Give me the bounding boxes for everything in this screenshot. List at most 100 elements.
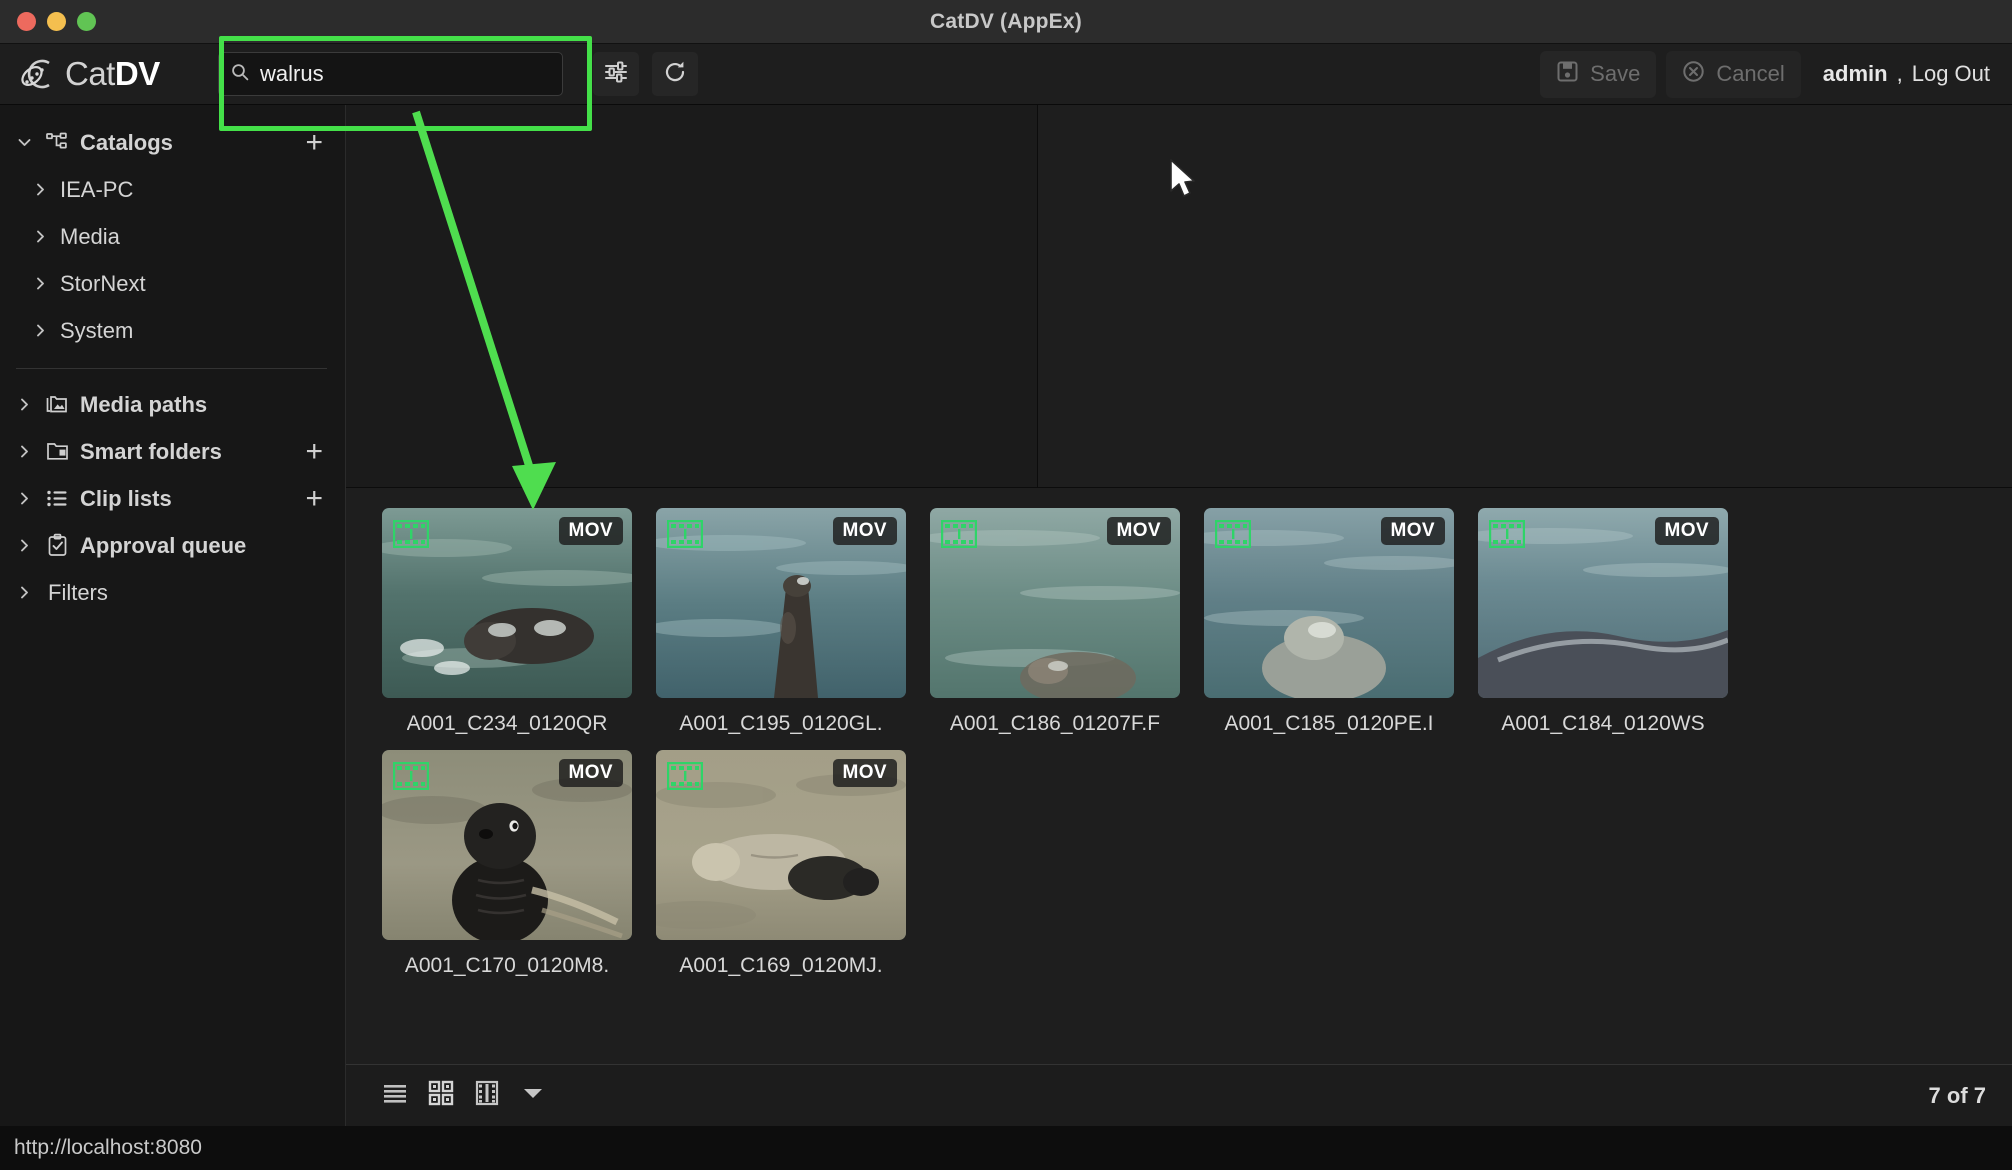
sliders-icon [603,59,629,90]
view-options-dropdown[interactable] [510,1076,556,1116]
film-strip-icon [1214,519,1252,553]
sidebar-label: IEA-PC [60,176,134,202]
format-badge: MOV [558,759,623,787]
app-header-toolbar: CatDV walrus Save Cancel admin , Log Out [0,44,2012,105]
sidebar-label: Clip lists [80,485,172,511]
filter-settings-button[interactable] [593,52,639,96]
user-area: admin , Log Out [1823,61,1990,87]
view-options-bar: 7 of 7 [346,1064,2012,1126]
grid-view-button[interactable] [418,1076,464,1116]
catalogs-icon [44,131,70,155]
thumbnail[interactable]: MOV [382,750,632,940]
thumbnail[interactable]: MOV [382,508,632,698]
format-badge: MOV [558,517,623,545]
save-button[interactable]: Save [1540,50,1657,98]
main-content: MOV A001_C234_0120QR MOV A001_C195_0120G… [346,105,2012,1126]
thumbnail[interactable]: MOV [656,750,906,940]
clip-name-label: A001_C234_0120QR [406,712,608,735]
sidebar-item-clip-lists[interactable]: Clip lists + [0,475,345,522]
search-field[interactable] [218,52,563,96]
catdv-logo: CatDV [0,54,214,94]
add-catalog-button[interactable]: + [305,127,323,158]
floppy-disk-icon [1556,60,1579,89]
result-count-label: 7 of 7 [1928,1082,1986,1108]
refresh-button[interactable] [652,52,698,96]
thumbnail[interactable]: MOV [1204,508,1454,698]
chevron-right-icon [14,537,34,554]
sidebar-item-filters[interactable]: Filters [0,569,345,616]
user-separator: , [1896,61,1903,86]
header-actions: Save Cancel admin , Log Out [1540,50,2012,98]
list-item[interactable]: MOV A001_C170_0120M8. [370,750,644,978]
zoom-window-button[interactable] [77,12,96,31]
add-clip-list-button[interactable]: + [305,483,323,514]
refresh-icon [662,59,688,90]
preview-viewer-pane[interactable] [346,105,1038,487]
sidebar-item-stornext[interactable]: StorNext [0,260,345,307]
thumbnail[interactable]: MOV [656,508,906,698]
list-item[interactable]: MOV A001_C184_0120WS [1466,508,1740,736]
sidebar-divider [16,368,327,369]
list-view-icon [382,1082,408,1109]
search-container [218,52,568,96]
thumbnail[interactable]: MOV [930,508,1180,698]
sidebar-item-catalogs[interactable]: Catalogs + [0,119,345,166]
results-grid-area: MOV A001_C234_0120QR MOV A001_C195_0120G… [346,488,2012,1064]
circle-x-icon [1682,60,1705,89]
sidebar-item-smart-folders[interactable]: Smart folders + [0,428,345,475]
format-badge: MOV [832,759,897,787]
sidebar-item-media[interactable]: Media [0,213,345,260]
sidebar-item-media-paths[interactable]: Media paths [0,381,345,428]
filmstrip-view-icon [475,1080,499,1111]
cancel-label: Cancel [1716,61,1785,86]
media-paths-icon [44,392,70,417]
grid-view-icon [428,1080,454,1111]
chevron-right-icon [30,275,50,292]
chevron-right-icon [30,322,50,339]
format-badge: MOV [1380,517,1445,545]
list-view-button[interactable] [372,1076,418,1116]
window-title: CatDV (AppEx) [930,9,1082,33]
chevron-right-icon [30,228,50,245]
window-controls[interactable] [0,12,96,31]
list-item[interactable]: MOV A001_C195_0120GL. [644,508,918,736]
film-strip-icon [392,519,430,553]
add-smart-folder-button[interactable]: + [305,436,323,467]
list-item[interactable]: MOV A001_C169_0120MJ. [644,750,918,978]
film-strip-icon [666,761,704,795]
thumbnail[interactable]: MOV [1478,508,1728,698]
clip-name-label: A001_C184_0120WS [1501,712,1705,735]
username-label: admin [1822,61,1888,86]
list-item[interactable]: MOV A001_C185_0120PE.I [1192,508,1466,736]
sidebar-label: Media paths [80,391,208,417]
list-item[interactable]: MOV A001_C234_0120QR [370,508,644,736]
close-window-button[interactable] [17,12,36,31]
list-item[interactable]: MOV A001_C186_01207F.F [918,508,1192,736]
sidebar-label: StorNext [60,270,146,296]
chevron-right-icon [30,181,50,198]
cancel-button[interactable]: Cancel [1666,50,1801,98]
clipboard-check-icon [44,533,70,558]
sidebar-item-system[interactable]: System [0,307,345,354]
logout-link[interactable]: Log Out [1912,61,1990,87]
clip-name-label: A001_C186_01207F.F [949,712,1161,735]
catdv-app-window: CatDV (AppEx) CatDV walrus Save Cancel a… [0,0,2012,1170]
list-icon [44,486,70,511]
chevron-right-icon [14,584,34,601]
sidebar-item-approval-queue[interactable]: Approval queue [0,522,345,569]
format-badge: MOV [832,517,897,545]
filmstrip-view-button[interactable] [464,1076,510,1116]
status-url: http://localhost:8080 [14,1136,202,1159]
metadata-pane[interactable] [1038,105,2012,487]
sidebar-item-iea-pc[interactable]: IEA-PC [0,166,345,213]
chevron-down-icon [14,134,34,151]
minimize-window-button[interactable] [47,12,66,31]
clip-name-label: A001_C195_0120GL. [679,712,883,735]
save-label: Save [1590,61,1641,86]
status-bar: http://localhost:8080 [0,1126,2012,1170]
format-badge: MOV [1654,517,1719,545]
search-input[interactable] [260,61,550,87]
chevron-down-icon [522,1086,544,1105]
sidebar-label: Filters [48,579,108,605]
sidebar-navigation: Catalogs + IEA-PC Media StorNext System … [0,105,346,1126]
